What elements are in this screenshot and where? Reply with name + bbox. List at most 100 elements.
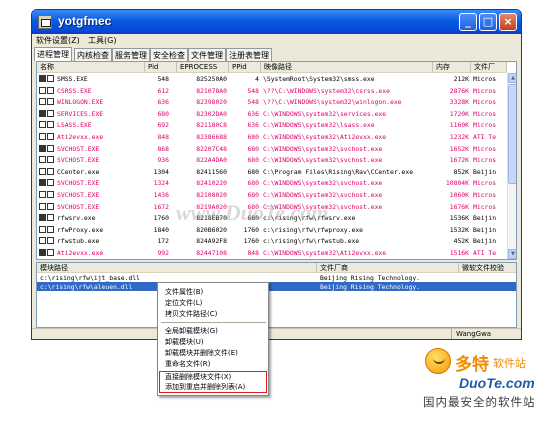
menu-tools[interactable]: 工具(G) — [88, 35, 116, 46]
process-row[interactable]: SMSS.EXE 548 825250A0 4 \SystemRoot\System32… — [37, 73, 507, 85]
process-eprocess: 825250A0 — [196, 75, 227, 83]
vertical-scrollbar[interactable]: ▲ ▼ — [507, 73, 516, 259]
process-ppid: 680 — [247, 190, 259, 199]
tab-services[interactable]: 服务管理 — [112, 48, 150, 61]
highlight-box — [159, 371, 267, 393]
maximize-button[interactable]: □ — [479, 13, 497, 31]
process-memory: 1532K — [449, 225, 469, 234]
tab-files[interactable]: 文件管理 — [188, 48, 226, 61]
process-row[interactable]: SVCHOST.EXE 868 82207C48 680 C:\WINDOWS\syst… — [37, 143, 507, 155]
process-pid: 1840 — [153, 225, 169, 234]
process-vendor: Micros — [473, 121, 497, 130]
ctx-copy-path[interactable]: 拷贝文件路径(C) — [161, 309, 266, 319]
process-icon — [39, 167, 55, 176]
process-row[interactable]: CSRSS.EXE 612 821078A0 548 \??\C:\WINDOWS\sy… — [37, 85, 507, 97]
process-row[interactable]: SERVICES.EXE 680 82302DA0 636 C:\WINDOWS\sys… — [37, 108, 507, 120]
col-ppid[interactable]: PPid — [229, 62, 261, 73]
process-vendor: Micros — [473, 86, 497, 95]
process-row[interactable]: CCenter.exe 1304 82411560 680 C:\Program Fil… — [37, 166, 507, 178]
tab-kernel[interactable]: 内核检查 — [74, 48, 112, 61]
process-name: Ati2evxx.exe — [57, 132, 104, 141]
process-eprocess: 82410220 — [196, 179, 227, 188]
scroll-up-icon[interactable]: ▲ — [508, 73, 516, 83]
col-image-path[interactable]: 映像路径 — [261, 62, 433, 73]
ctx-unload-module[interactable]: 卸载模块(U) — [161, 337, 266, 347]
module-row[interactable]: c:\rising\rfw\aleuen.dll Beijing Rising T… — [37, 282, 516, 291]
process-row[interactable]: Ati2evxx.exe 848 82386688 680 C:\WINDOWS\sys… — [37, 131, 507, 143]
col-eprocess[interactable]: EPROCESS — [177, 62, 229, 73]
col-ms-verify[interactable]: 微软文件校验 — [459, 263, 516, 273]
ctx-locate-file[interactable]: 定位文件(L) — [161, 298, 266, 308]
col-memory[interactable]: 内存 — [433, 62, 471, 73]
ctx-file-properties[interactable]: 文件属性(B) — [161, 287, 266, 297]
process-row[interactable]: SVCHOST.EXE 936 822A4DA0 680 C:\WINDOWS\syst… — [37, 154, 507, 166]
logo-brand: 多特 — [455, 355, 489, 375]
module-vendor: Beijing Rising Technology. — [320, 274, 421, 282]
process-pid: 612 — [157, 86, 169, 95]
tab-security[interactable]: 安全检查 — [150, 48, 188, 61]
process-memory: 1160K — [449, 121, 469, 130]
ctx-unload-and-delete[interactable]: 卸载模块并删除文件(E) — [161, 348, 266, 358]
title-bar[interactable]: yotgfmec _ □ × — [32, 10, 521, 34]
process-name: SVCHOST.EXE — [57, 179, 100, 188]
process-ppid: 680 — [247, 144, 259, 153]
process-name: SMSS.EXE — [57, 75, 88, 83]
tab-registry[interactable]: 注册表管理 — [226, 48, 272, 61]
process-vendor: Beijin — [473, 214, 497, 223]
process-ppid: 1760 — [243, 237, 259, 246]
process-pid: 1672 — [153, 202, 169, 211]
process-icon — [39, 214, 55, 222]
process-eprocess: 82398020 — [196, 98, 227, 107]
process-row[interactable]: Ati2evxx.exe 992 82447108 848 C:\WINDOWS\sys… — [37, 247, 507, 259]
col-module-vendor[interactable]: 文件厂商 — [317, 263, 459, 273]
process-pid: 1324 — [153, 179, 169, 188]
process-memory: 1672K — [449, 156, 469, 165]
col-name[interactable]: 名称 — [37, 62, 145, 73]
process-pid: 548 — [157, 75, 169, 83]
ctx-global-unload[interactable]: 全局卸载模块(G) — [161, 326, 266, 336]
process-name: SVCHOST.EXE — [57, 156, 100, 165]
process-pid: 848 — [157, 132, 169, 141]
process-path: C:\WINDOWS\system32\lsass.exe — [263, 121, 375, 130]
process-eprocess: 82386688 — [196, 132, 227, 141]
process-vendor: Beijin — [473, 237, 497, 246]
process-path: \??\C:\WINDOWS\system32\csrss.exe — [263, 86, 390, 95]
scroll-thumb[interactable] — [508, 84, 516, 184]
process-ppid: 848 — [247, 248, 259, 257]
process-row[interactable]: LSASS.EXE 692 821180C8 636 C:\WINDOWS\system… — [37, 119, 507, 131]
close-button[interactable]: × — [499, 13, 517, 31]
process-row[interactable]: WINLOGON.EXE 636 82398020 548 \??\C:\WINDOWS… — [37, 96, 507, 108]
process-icon — [39, 132, 55, 141]
process-eprocess: 82207C48 — [196, 144, 227, 153]
process-row[interactable]: SVCHOST.EXE 1324 82410220 680 C:\WINDOWS\sys… — [37, 177, 507, 189]
smiley-icon — [425, 348, 451, 374]
process-memory: 212K — [453, 75, 469, 83]
process-eprocess: 82302DA0 — [196, 109, 227, 118]
process-icon — [39, 202, 55, 211]
logo-brand-sub: 软件站 — [493, 357, 526, 370]
process-pid: 172 — [157, 237, 169, 246]
process-ppid: 680 — [247, 167, 259, 176]
process-ppid: 1760 — [243, 225, 259, 234]
tab-process[interactable]: 进程管理 — [34, 47, 72, 61]
process-path: \??\C:\WINDOWS\system32\winlogon.exe — [263, 98, 402, 107]
minimize-button[interactable]: _ — [459, 13, 477, 31]
process-row[interactable]: rfwstub.exe 172 824A92F8 1760 c:\rising\rfw\… — [37, 235, 507, 247]
process-vendor: Micros — [473, 202, 497, 211]
ctx-rename-file[interactable]: 重命名文件(R) — [161, 359, 266, 369]
col-vendor[interactable]: 文件厂 — [471, 62, 507, 73]
menu-bar: 软件设置(Z) 工具(G) — [32, 34, 521, 47]
module-row[interactable]: c:\rising\rfw\ijt_base.dll Beijing Rising… — [37, 273, 516, 282]
main-window: yotgfmec _ □ × 软件设置(Z) 工具(G) 进程管理 内核检查 服… — [31, 9, 522, 340]
col-module-path[interactable]: 模块路径 — [37, 263, 317, 273]
col-pid[interactable]: Pid — [145, 62, 177, 73]
module-path: c:\rising\rfw\ijt_base.dll — [40, 274, 141, 282]
window-title: yotgfmec — [58, 14, 112, 28]
menu-settings[interactable]: 软件设置(Z) — [36, 35, 80, 46]
process-path: C:\WINDOWS\system32\svchost.exe — [263, 190, 383, 199]
process-vendor: Beijin — [473, 225, 497, 234]
tab-strip: 进程管理 内核检查 服务管理 安全检查 文件管理 注册表管理 — [32, 47, 521, 61]
scroll-down-icon[interactable]: ▼ — [508, 249, 516, 259]
process-row[interactable]: SVCHOST.EXE 1436 82108020 680 C:\WINDOWS\sys… — [37, 189, 507, 201]
process-path: C:\WINDOWS\system32\services.exe — [263, 109, 387, 118]
